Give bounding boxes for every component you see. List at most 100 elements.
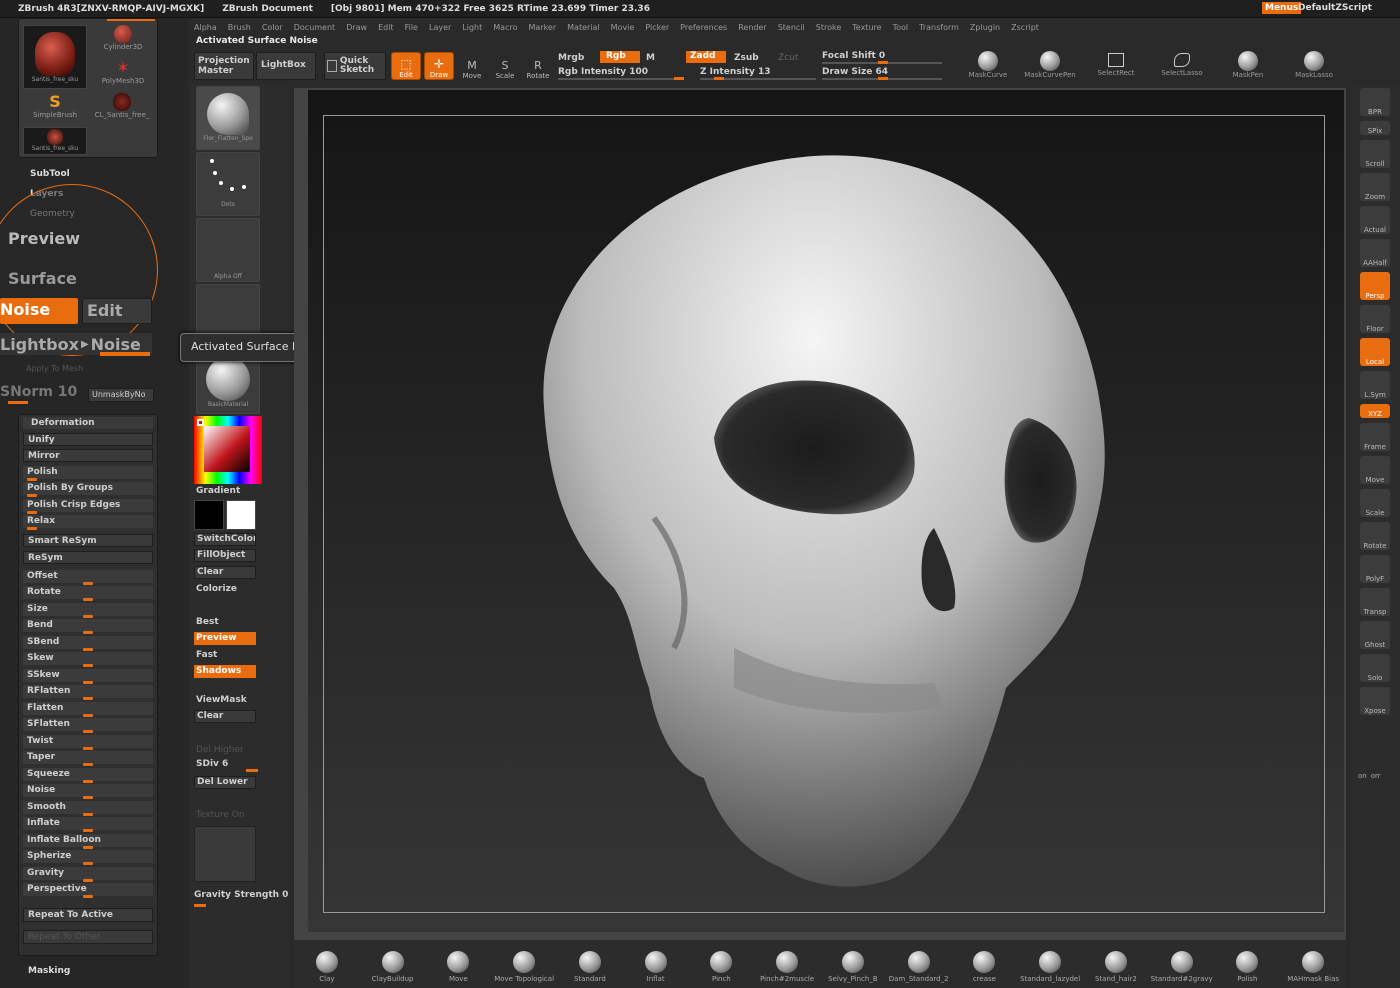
maskcurve-tool[interactable]: MaskCurve	[958, 48, 1018, 82]
slider-knob[interactable]	[83, 796, 93, 799]
masklasso-tool[interactable]: MaskLasso	[1284, 48, 1344, 82]
lightbox-button[interactable]: LightBox	[256, 52, 316, 80]
deform-inflate[interactable]: Inflate	[23, 817, 153, 832]
slider-knob[interactable]	[27, 510, 37, 514]
mrgb-button[interactable]: Mrgb	[558, 53, 584, 63]
slider-knob[interactable]	[83, 812, 93, 816]
texture-thumb[interactable]	[194, 826, 256, 882]
subtool-section[interactable]: SubTool	[30, 169, 70, 179]
right-spix-button[interactable]: SPix	[1360, 121, 1390, 135]
deform-taper[interactable]: Taper	[23, 751, 153, 766]
deform-bend[interactable]: Bend	[23, 619, 153, 634]
tool-thumb-simplebrush[interactable]: S SimpleBrush	[23, 93, 87, 123]
clear-mask-button[interactable]: Clear	[194, 710, 256, 723]
slider-knob[interactable]	[83, 598, 93, 601]
deform-inflate-balloon[interactable]: Inflate Balloon	[23, 833, 153, 849]
menu-preferences[interactable]: Preferences	[680, 23, 727, 32]
colorize-button[interactable]: Colorize	[196, 584, 237, 594]
slider-knob[interactable]	[27, 477, 37, 481]
menu-edit[interactable]: Edit	[378, 23, 394, 32]
brush-move-topological[interactable]: Move Topological	[493, 947, 555, 983]
brush-pinch-2muscle[interactable]: Pinch#2muscle	[756, 947, 818, 983]
deform-squeeze[interactable]: Squeeze	[23, 767, 153, 783]
right-polyf-button[interactable]: PolyF	[1360, 555, 1390, 583]
deform-mirror[interactable]: Mirror	[23, 449, 153, 462]
noise-button[interactable]: Noise	[0, 298, 78, 324]
rgb-button[interactable]: Rgb	[600, 51, 640, 63]
skull-model[interactable]	[294, 88, 1346, 940]
menu-file[interactable]: File	[405, 23, 418, 32]
brush-move[interactable]: Move	[427, 947, 489, 983]
deform-relax[interactable]: Relax	[23, 515, 153, 530]
rgb-intensity-slider[interactable]: Rgb Intensity 100	[558, 67, 684, 80]
menu-document[interactable]: Document	[294, 23, 335, 32]
masking-section[interactable]: Masking	[28, 966, 70, 976]
slider-knob[interactable]	[83, 697, 93, 700]
slider-knob[interactable]	[83, 845, 93, 849]
brush-inflat[interactable]: Inflat	[625, 947, 687, 983]
menu-render[interactable]: Render	[738, 23, 766, 32]
deform-polish[interactable]: Polish	[23, 465, 153, 481]
right-rotate-button[interactable]: Rotate	[1360, 522, 1390, 550]
color-square[interactable]	[204, 426, 250, 472]
deform-sbend[interactable]: SBend	[23, 635, 153, 651]
right-frame-button[interactable]: Frame	[1360, 423, 1390, 451]
z-intensity-slider[interactable]: Z Intensity 13	[700, 67, 816, 80]
brush-standard-lazydel[interactable]: Standard_lazydel	[1019, 947, 1081, 983]
best-button[interactable]: Best	[196, 617, 219, 627]
right-zoom-button[interactable]: Zoom	[1360, 173, 1390, 201]
menu-movie[interactable]: Movie	[611, 23, 635, 32]
right-aahalf-button[interactable]: AAHalf	[1360, 239, 1390, 267]
deform-resym[interactable]: ReSym	[23, 550, 153, 564]
draw-mode-button[interactable]: ✛ Draw	[424, 52, 454, 80]
brush-crease[interactable]: crease	[953, 947, 1015, 983]
focal-shift-slider[interactable]: Focal Shift 0	[822, 51, 942, 64]
menu-light[interactable]: Light	[462, 23, 482, 32]
brush-clay[interactable]: Clay	[296, 947, 358, 983]
selectrect-tool[interactable]: SelectRect	[1086, 48, 1146, 82]
slider-knob[interactable]	[83, 862, 93, 865]
menu-stencil[interactable]: Stencil	[778, 23, 805, 32]
right-l-sym-button[interactable]: L.Sym	[1360, 371, 1390, 399]
right-scroll-button[interactable]: Scroll	[1360, 140, 1390, 168]
snorm-slider[interactable]: SNorm 10	[0, 384, 86, 402]
sdiv-slider[interactable]: SDiv 6	[194, 759, 258, 772]
fill-object-button[interactable]: FillObject	[194, 549, 256, 562]
tool-thumb-santis-2[interactable]: Santis_free_sku	[23, 127, 87, 155]
menus-button[interactable]: Menus	[1262, 2, 1302, 14]
right-xpose-button[interactable]: Xpose	[1360, 687, 1390, 715]
unmask-by-noise-button[interactable]: UnmaskByNo	[88, 388, 154, 402]
slider-knob[interactable]	[83, 895, 93, 898]
repeat-to-active-button[interactable]: Repeat To Active	[23, 908, 153, 922]
projection-master-button[interactable]: Projection Master	[194, 52, 254, 80]
brush-polish[interactable]: Polish	[1216, 947, 1278, 983]
brush-selvy-pinch-b[interactable]: Selvy_Pinch_B	[822, 947, 884, 983]
brush-dam-standard-2[interactable]: Dam_Standard_2	[888, 947, 950, 983]
brush-selector[interactable]: Flor_Flatten_Spe	[196, 86, 260, 150]
deform-smooth[interactable]: Smooth	[23, 800, 153, 816]
preview-section[interactable]: Preview	[8, 229, 80, 248]
switch-color-button[interactable]: SwitchColor	[194, 533, 256, 546]
gravity-strength-slider[interactable]: Gravity Strength 0	[194, 890, 290, 907]
right-ghost-button[interactable]: Ghost	[1360, 621, 1390, 649]
deform-spherize[interactable]: Spherize	[23, 850, 153, 865]
right-solo-button[interactable]: Solo	[1360, 654, 1390, 682]
edit-mode-button[interactable]: ⬚ Edit	[391, 52, 421, 80]
zcut-button[interactable]: Zcut	[778, 53, 798, 63]
brush-stand-hair2[interactable]: Stand_hair2	[1085, 947, 1147, 983]
texture-on-button[interactable]: Texture On	[196, 810, 245, 820]
tool-thumb-cylinder[interactable]: Cylinder3D	[93, 25, 153, 55]
deform-noise[interactable]: Noise	[23, 784, 153, 799]
deform-rflatten[interactable]: RFlatten	[23, 685, 153, 700]
menu-macro[interactable]: Macro	[493, 23, 517, 32]
right-bpr-button[interactable]: BPR	[1360, 88, 1390, 116]
deform-sflatten[interactable]: SFlatten	[23, 718, 153, 733]
right-local-button[interactable]: Local	[1360, 338, 1390, 366]
brush-standard[interactable]: Standard	[559, 947, 621, 983]
menu-alpha[interactable]: Alpha	[194, 23, 217, 32]
brush-claybuildup[interactable]: ClayBuildup	[362, 947, 424, 983]
right-transp-button[interactable]: Transp	[1360, 588, 1390, 616]
slider-knob[interactable]	[83, 779, 93, 783]
scale-mode-button[interactable]: S Scale	[490, 52, 520, 80]
slider-knob[interactable]	[83, 581, 93, 585]
